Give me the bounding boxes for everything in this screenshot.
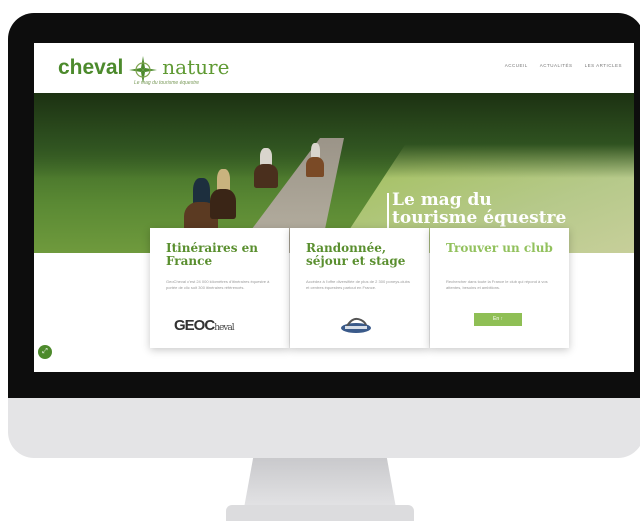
main-nav: ACCUEIL ACTUALITÉS LES ARTICLES — [505, 63, 622, 68]
hero-title: Le mag du tourisme équestre — [387, 190, 567, 231]
geocheval-logo-sub: heval — [214, 323, 234, 333]
card-randonnee[interactable]: Randonnée, séjour et stage Accédez à l'o… — [290, 228, 429, 348]
nav-item-actualites[interactable]: ACTUALITÉS — [540, 63, 573, 68]
rider-image — [254, 148, 278, 188]
hero-title-line1: Le mag du — [392, 190, 492, 210]
nav-item-accueil[interactable]: ACCUEIL — [505, 63, 528, 68]
logo-text-left: cheval — [58, 56, 124, 79]
chat-icon[interactable]: ⤢ — [38, 345, 52, 359]
card-trouver-club[interactable]: Trouver un club Rechercher dans toute la… — [430, 228, 569, 348]
geocheval-logo[interactable]: GEOCheval — [174, 317, 235, 334]
card-itineraires[interactable]: Itinéraires en France GeoCheval c'est 24… — [150, 228, 289, 348]
rando-logo-icon[interactable] — [339, 314, 373, 334]
card-body: Rechercher dans toute la France le club … — [446, 279, 548, 290]
logo-tagline: Le mag du tourisme équestre — [134, 80, 200, 86]
rider-image — [306, 143, 324, 177]
monitor-stand-base — [226, 505, 414, 521]
website-screen: cheval nature Le mag du tourisme équestr… — [34, 43, 634, 372]
hero-title-line2: tourisme équestre — [392, 208, 567, 228]
rider-image — [210, 169, 236, 219]
card-body: GeoCheval c'est 24 000 kilomètres d'itin… — [166, 279, 270, 290]
site-header: cheval nature Le mag du tourisme équestr… — [34, 43, 634, 93]
card-title: Trouver un club — [446, 241, 553, 255]
geocheval-logo-main: GEOC — [174, 317, 215, 334]
card-title: Itinéraires en France — [166, 241, 258, 268]
card-body: Accédez à l'offre diversifiée de plus de… — [306, 279, 410, 290]
nav-item-articles[interactable]: LES ARTICLES — [585, 63, 622, 68]
monitor-stand — [244, 458, 396, 508]
logo-text-right: nature — [162, 55, 230, 79]
monitor-chin — [8, 398, 640, 458]
card-title: Randonnée, séjour et stage — [306, 241, 406, 268]
hero-title-bar — [387, 193, 389, 231]
find-club-button[interactable]: En ↑ — [474, 313, 522, 326]
